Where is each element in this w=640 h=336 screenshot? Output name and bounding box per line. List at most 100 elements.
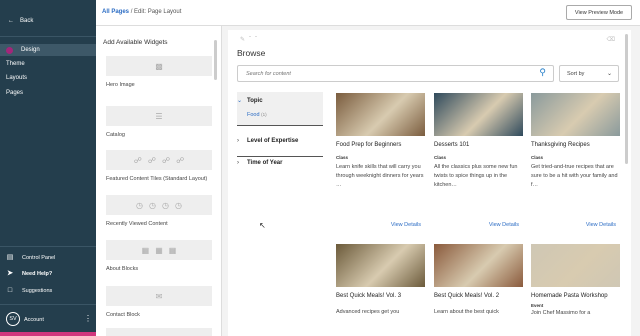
facet-label: Level of Expertise bbox=[247, 138, 299, 144]
rocket-icon: ➤ bbox=[7, 270, 13, 277]
widget-label: Recently Viewed Content bbox=[106, 221, 168, 227]
blocks-icon: ▦ bbox=[155, 245, 163, 255]
sidebar-divider bbox=[0, 246, 96, 247]
widget-thumbnail: ✉ bbox=[106, 286, 212, 306]
blocks-icon: ▦ bbox=[141, 245, 150, 255]
card-title: Best Quick Meals! Vol. 3 bbox=[336, 293, 402, 299]
card-type: Class bbox=[434, 155, 447, 160]
search-icon[interactable]: ⚲ bbox=[539, 67, 546, 78]
widgets-scrollbar[interactable] bbox=[214, 40, 217, 80]
more-options-icon[interactable]: ⋮ bbox=[84, 314, 92, 323]
view-details-link[interactable]: View Details bbox=[489, 222, 519, 228]
card-image bbox=[336, 244, 425, 287]
clock-icon: ◷ bbox=[149, 200, 156, 210]
sidebar-item-pages[interactable]: Pages bbox=[0, 87, 96, 99]
control-panel-label: Control Panel bbox=[22, 255, 56, 261]
design-icon bbox=[6, 46, 13, 54]
block-toolbar: ✎ˆˇ bbox=[240, 36, 261, 43]
card-title: Homemade Pasta Workshop bbox=[531, 293, 608, 299]
account-label[interactable]: Account bbox=[24, 317, 44, 323]
back-button[interactable]: ← Back bbox=[8, 18, 33, 24]
facet-time-of-year[interactable]: › Time of Year bbox=[237, 160, 323, 166]
sidebar-divider bbox=[0, 36, 96, 37]
content-card[interactable]: Best Quick Meals! Vol. 2 Learn about the… bbox=[434, 244, 523, 317]
link-icon: ☍ bbox=[176, 155, 185, 165]
widget-thumbnail: ☰ bbox=[106, 106, 212, 126]
widget-thumbnail: ◷ ◷ ◷ ◷ bbox=[106, 195, 212, 215]
card-title: Best Quick Meals! Vol. 2 bbox=[434, 293, 500, 299]
chevron-down-icon[interactable]: ˇ bbox=[255, 37, 261, 43]
card-image bbox=[336, 93, 425, 136]
widget-thumbnail: ☍ ☍ ☍ ☍ bbox=[106, 150, 212, 170]
card-type: Class bbox=[336, 155, 349, 160]
widget-featured-content-tiles[interactable]: ☍ ☍ ☍ ☍ Featured Content Tiles (Standard… bbox=[106, 150, 212, 182]
trash-icon[interactable]: ⌫ bbox=[607, 36, 615, 43]
widgets-title: Add Available Widgets bbox=[103, 39, 168, 46]
clock-icon: ◷ bbox=[162, 200, 169, 210]
content-card[interactable]: Best Quick Meals! Vol. 3 Advanced recipe… bbox=[336, 244, 425, 317]
sort-label: Sort by bbox=[567, 71, 585, 77]
view-details-link[interactable]: View Details bbox=[586, 222, 616, 228]
content-card[interactable]: Food Prep for Beginners Class Learn knif… bbox=[336, 93, 425, 233]
clock-icon: ◷ bbox=[174, 200, 182, 210]
view-preview-mode-button[interactable]: View Preview Mode bbox=[566, 5, 632, 20]
link-icon: ☍ bbox=[162, 155, 171, 165]
mouse-cursor-icon: ↖ bbox=[259, 221, 266, 230]
search-box: ⚲ bbox=[237, 65, 554, 82]
chevron-down-icon: ⌄ bbox=[606, 71, 612, 77]
accent-bar bbox=[0, 332, 96, 336]
sidebar-item-label: Design bbox=[21, 47, 40, 53]
widget-contact-block[interactable]: ✉ Contact Block bbox=[106, 286, 212, 318]
need-help-link[interactable]: ➤ Need Help? bbox=[6, 270, 52, 278]
widget-thumbnail: ▦ ▦ ▦ bbox=[106, 240, 212, 260]
control-panel-link[interactable]: ▤ Control Panel bbox=[6, 254, 56, 262]
facet-level-of-expertise[interactable]: › Level of Expertise bbox=[237, 138, 323, 157]
card-title: Desserts 101 bbox=[434, 142, 470, 148]
widget-next[interactable] bbox=[106, 328, 212, 336]
sidebar-item-design[interactable]: Design bbox=[0, 44, 96, 56]
sidebar-item-theme[interactable]: Theme bbox=[0, 58, 96, 70]
sidebar-item-label: Theme bbox=[6, 61, 25, 67]
edit-icon[interactable]: ✎ bbox=[240, 37, 249, 43]
content-card[interactable]: Homemade Pasta Workshop Event Join Chef … bbox=[531, 244, 620, 318]
widget-recently-viewed[interactable]: ◷ ◷ ◷ ◷ Recently Viewed Content bbox=[106, 195, 212, 227]
breadcrumb-all-pages[interactable]: All Pages bbox=[102, 9, 129, 15]
card-description: Advanced recipes get you bbox=[336, 309, 400, 315]
link-icon: ☍ bbox=[147, 155, 156, 165]
canvas-scrollbar[interactable] bbox=[625, 34, 628, 164]
card-image bbox=[434, 93, 523, 136]
card-type: Class bbox=[531, 155, 544, 160]
facet-option-food[interactable]: Food (1) bbox=[247, 112, 267, 118]
widget-hero-image[interactable]: ▩ Hero Image bbox=[106, 56, 212, 88]
facet-option-count: (1) bbox=[261, 112, 267, 117]
content-card[interactable]: Desserts 101 Class All the classics plus… bbox=[434, 93, 523, 233]
widget-about-blocks[interactable]: ▦ ▦ ▦ About Blocks bbox=[106, 240, 212, 272]
suggestions-link[interactable]: □ Suggestions bbox=[6, 287, 52, 295]
image-icon: ▩ bbox=[155, 61, 163, 71]
top-bar: All Pages / Edit: Page Layout View Previ… bbox=[96, 0, 640, 26]
mail-icon: ✉ bbox=[155, 291, 163, 301]
card-image bbox=[434, 244, 523, 287]
sort-dropdown[interactable]: Sort by ⌄ bbox=[559, 65, 619, 82]
search-input[interactable] bbox=[246, 69, 506, 79]
widget-label: Catalog bbox=[106, 132, 125, 138]
suggestions-label: Suggestions bbox=[22, 288, 53, 294]
browse-block[interactable]: ✎ˆˇ ⌫ Browse ⚲ Sort by ⌄ ⌄ Topic Food (1)… bbox=[228, 30, 631, 336]
content-card[interactable]: Thanksgiving Recipes Class Get tried-and… bbox=[531, 93, 620, 233]
breadcrumb-current: Edit: Page Layout bbox=[134, 9, 182, 15]
sidebar-item-label: Pages bbox=[6, 90, 24, 96]
chat-icon: □ bbox=[7, 287, 13, 294]
chevron-right-icon: › bbox=[237, 138, 239, 144]
view-details-link[interactable]: View Details bbox=[391, 222, 421, 228]
widget-catalog[interactable]: ☰ Catalog bbox=[106, 106, 212, 138]
card-title: Thanksgiving Recipes bbox=[531, 142, 590, 148]
card-title: Food Prep for Beginners bbox=[336, 142, 402, 148]
card-description: Learn knife skills that will carry you t… bbox=[336, 164, 424, 188]
widgets-panel: Add Available Widgets ▩ Hero Image ☰ Cat… bbox=[96, 26, 222, 336]
card-image bbox=[531, 93, 620, 136]
avatar[interactable]: SV bbox=[6, 312, 20, 326]
widget-label: Featured Content Tiles (Standard Layout) bbox=[106, 176, 208, 182]
sidebar-item-layouts[interactable]: Layouts bbox=[0, 72, 96, 84]
facet-topic[interactable]: ⌄ Topic bbox=[237, 97, 323, 104]
lines-icon: ☰ bbox=[155, 111, 163, 121]
